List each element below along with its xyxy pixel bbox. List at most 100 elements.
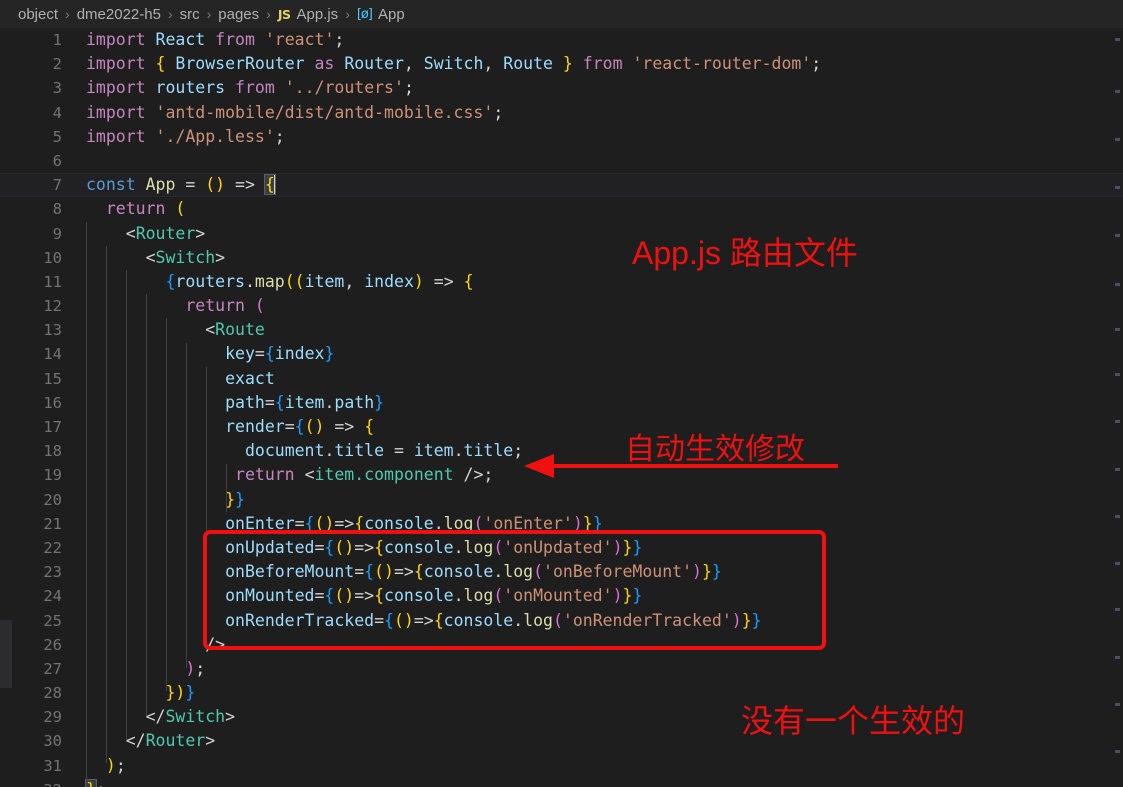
code-line[interactable]: 11 {routers.map((item, index) => { [0, 270, 1123, 294]
code-line[interactable]: 22 onUpdated={()=>{console.log('onUpdate… [0, 536, 1123, 560]
line-number: 8 [52, 200, 62, 219]
code-line[interactable]: 3 import routers from '../routers'; [0, 76, 1123, 100]
breadcrumb-item-appjs[interactable]: JS App.js [278, 6, 338, 23]
breadcrumb-label: src [179, 5, 200, 23]
code-line[interactable]: 14 key={index} [0, 342, 1123, 366]
code-line[interactable]: 24 onMounted={()=>{console.log('onMounte… [0, 584, 1123, 608]
line-number: 10 [43, 248, 62, 267]
line-content: }; [85, 778, 106, 787]
code-line[interactable]: 15 exact [0, 367, 1123, 391]
code-line[interactable]: 2 import { BrowserRouter as Router, Swit… [0, 52, 1123, 76]
line-number: 25 [43, 611, 62, 630]
line-content: ); [105, 755, 126, 775]
code-editor[interactable]: 1 import React from 'react'; 2 import { … [0, 28, 1123, 787]
line-number: 4 [52, 103, 62, 122]
code-line[interactable]: 28 })} [0, 681, 1123, 705]
code-line-active[interactable]: 7 const App = () => { [0, 173, 1123, 198]
overview-ruler-mark [1115, 90, 1120, 93]
code-line[interactable]: 26 /> [0, 633, 1123, 657]
line-content: onBeforeMount={()=>{console.log('onBefor… [225, 562, 722, 582]
code-line[interactable]: 20 }} [0, 488, 1123, 512]
line-content: onMounted={()=>{console.log('onMounted')… [225, 586, 643, 606]
line-content: import './App.less'; [86, 126, 285, 146]
overview-ruler-mark [1115, 38, 1120, 41]
line-content: {routers.map((item, index) => { [165, 271, 474, 291]
code-line[interactable]: 19 return <item.component />; [0, 463, 1123, 487]
code-line[interactable]: 21 onEnter={()=>{console.log('onEnter')}… [0, 512, 1123, 536]
line-content: import { BrowserRouter as Router, Switch… [86, 54, 822, 74]
line-content: import React from 'react'; [86, 30, 345, 49]
line-number: 29 [43, 708, 62, 727]
line-number: 27 [43, 659, 62, 678]
breadcrumb-item-dme2022-h5[interactable]: dme2022-h5 [77, 6, 161, 23]
overview-ruler-mark [1115, 283, 1120, 286]
text-cursor [273, 175, 276, 195]
overview-ruler-mark [1115, 420, 1120, 423]
line-content: ); [185, 658, 206, 678]
code-line[interactable]: 17 render={() => { [0, 415, 1123, 439]
overview-ruler-mark [1115, 608, 1120, 611]
code-line[interactable]: 30 </Router> [0, 729, 1123, 753]
code-line[interactable]: 5 import './App.less'; [0, 125, 1123, 149]
line-content: })} [165, 683, 196, 703]
line-number: 30 [43, 732, 62, 751]
code-line[interactable]: 9 <Router> [0, 222, 1123, 246]
overview-ruler-mark [1115, 234, 1120, 237]
breadcrumb-label: pages [218, 5, 260, 23]
breadcrumb: object › dme2022-h5 › src › pages › JS A… [0, 0, 1123, 28]
line-number: 32 [0, 778, 62, 787]
line-number: 17 [43, 418, 62, 436]
overview-ruler-mark [1115, 373, 1120, 376]
code-line[interactable]: 8 return ( [0, 197, 1123, 221]
code-line[interactable]: 32 }; [0, 778, 1123, 787]
line-content: return ( [105, 199, 186, 219]
line-number: 23 [43, 563, 62, 582]
breadcrumb-item-app-symbol[interactable]: [ø] App [357, 6, 405, 23]
line-content: </Router> [125, 731, 216, 751]
code-line[interactable]: 10 <Switch> [0, 246, 1123, 270]
breadcrumb-item-src[interactable]: src [180, 6, 200, 23]
line-content: }} [225, 489, 245, 509]
line-content: render={() => { [225, 417, 375, 436]
line-number: 6 [52, 151, 62, 170]
line-number: 19 [43, 466, 62, 485]
code-line[interactable]: 1 import React from 'react'; [0, 28, 1123, 52]
line-content: <Switch> [145, 247, 226, 267]
line-content: import routers from '../routers'; [86, 78, 414, 98]
editor-overview-ruler[interactable] [1109, 28, 1123, 787]
overview-ruler-mark [1115, 562, 1120, 565]
code-line[interactable]: 16 path={item.path} [0, 391, 1123, 415]
overview-ruler-mark [1115, 656, 1120, 659]
symbol-class-icon: [ø] [356, 6, 373, 22]
code-line[interactable]: 13 <Route [0, 318, 1123, 342]
line-content: <Router> [125, 223, 206, 243]
overview-ruler-mark [1115, 750, 1120, 753]
breadcrumb-item-object[interactable]: object [18, 6, 58, 23]
code-line[interactable]: 25 onRenderTracked={()=>{console.log('on… [0, 609, 1123, 633]
line-content: document.title = item.title; [244, 441, 524, 461]
js-file-icon: JS [277, 6, 291, 22]
breadcrumb-separator: › [345, 6, 350, 22]
overview-ruler-mark [1115, 468, 1120, 471]
code-line[interactable]: 23 onBeforeMount={()=>{console.log('onBe… [0, 560, 1123, 584]
line-content: return <item.component />; [235, 465, 494, 485]
line-number: 22 [43, 538, 62, 557]
line-number: 2 [52, 55, 62, 74]
line-content: onEnter={()=>{console.log('onEnter')}} [225, 513, 603, 533]
code-line[interactable]: 12 return ( [0, 294, 1123, 318]
line-number: 7 [52, 176, 62, 195]
line-number: 31 [43, 756, 62, 775]
code-lines-container: 1 import React from 'react'; 2 import { … [0, 28, 1123, 787]
overview-ruler-mark [1115, 138, 1120, 141]
code-line[interactable]: 4 import 'antd-mobile/dist/antd-mobile.c… [0, 101, 1123, 125]
line-content: import 'antd-mobile/dist/antd-mobile.css… [86, 102, 504, 122]
code-line[interactable]: 18 document.title = item.title; [0, 439, 1123, 463]
line-content: </Switch> [145, 707, 236, 727]
line-number: 26 [43, 635, 62, 654]
code-line[interactable]: 27 ); [0, 657, 1123, 681]
code-line[interactable]: 29 </Switch> [0, 705, 1123, 729]
code-line[interactable]: 6 [0, 149, 1123, 173]
breadcrumb-item-pages[interactable]: pages [218, 6, 259, 23]
line-number: 5 [52, 127, 62, 146]
code-line[interactable]: 31 ); [0, 754, 1123, 778]
